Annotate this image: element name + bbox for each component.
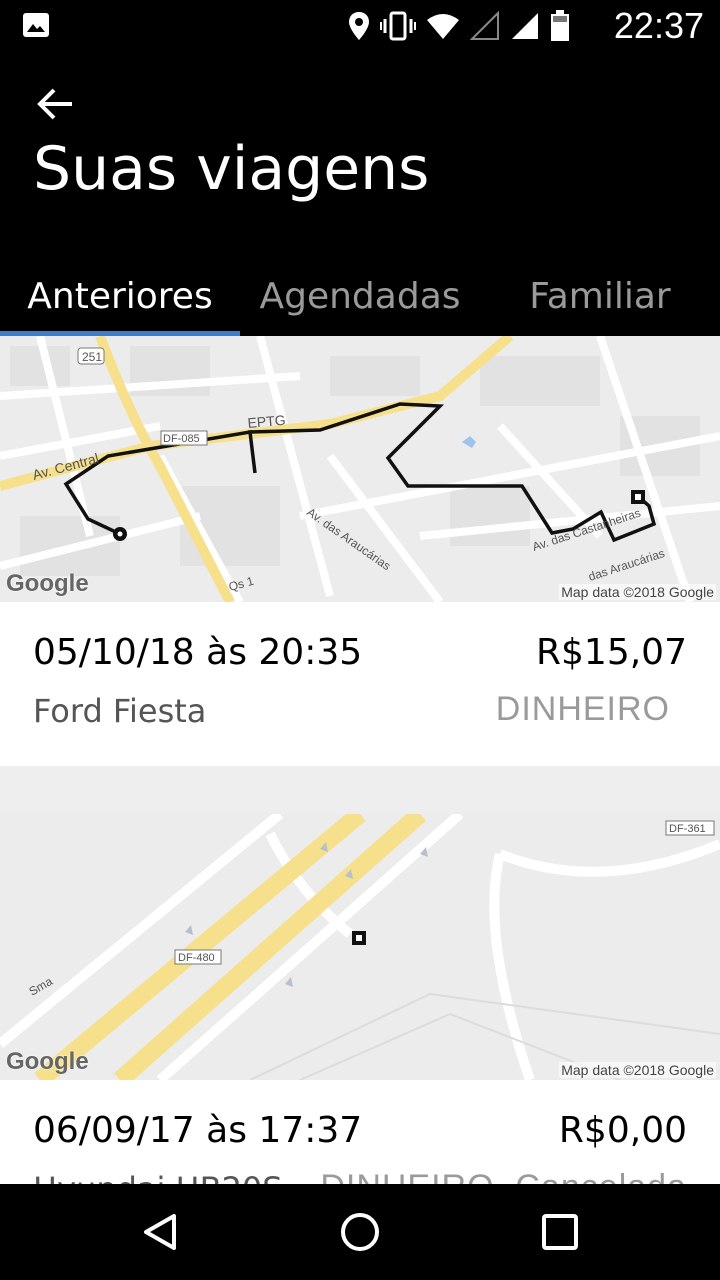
trip-price: R$0,00: [558, 1110, 687, 1151]
status-bar: 22:37: [0, 0, 720, 52]
page-title: Suas viagens: [33, 134, 430, 204]
tab-agendadas[interactable]: Agendadas: [240, 257, 480, 335]
system-nav-bar: [0, 1184, 720, 1280]
recents-square-icon[interactable]: [534, 1206, 586, 1258]
tab-anteriores[interactable]: Anteriores: [0, 257, 240, 337]
signal-empty-icon: [470, 11, 499, 40]
trip-payment: DINHEIRO: [495, 690, 670, 728]
map-label: DF-085: [163, 433, 200, 445]
app-header: Suas viagens Anteriores Agendadas Famili…: [0, 52, 720, 337]
trip-map[interactable]: DF-361 DF-480 Sma Google Map data ©2018 …: [0, 814, 720, 1080]
map-label: 251: [82, 350, 102, 364]
trip-vehicle: Hyundai HB20S: [33, 1170, 283, 1184]
tab-label: Anteriores: [27, 275, 213, 317]
google-logo: Google: [6, 570, 89, 597]
trip-card[interactable]: 05/10/18 às 20:35 R$15,07 Ford Fiesta DI…: [0, 602, 720, 766]
trip-payment: DINHEIRO Cancelada: [320, 1168, 687, 1184]
trip-price: R$15,07: [536, 632, 687, 673]
trip-card[interactable]: 06/09/17 às 17:37 R$0,00 Hyundai HB20S D…: [0, 1080, 720, 1184]
vibrate-icon: [380, 11, 416, 41]
trip-vehicle: Ford Fiesta: [33, 692, 207, 730]
status-time: 22:37: [613, 5, 704, 46]
location-icon: [349, 12, 369, 40]
signal-icon: [512, 13, 538, 39]
trip-map[interactable]: 251 EPTG DF-085 Av. Central Av. das Arau…: [0, 336, 720, 602]
map-attribution: Map data ©2018 Google: [559, 584, 716, 600]
map-label: EPTG: [247, 412, 286, 431]
map-graphic: DF-361 DF-480 Sma: [0, 814, 720, 1080]
back-arrow-icon[interactable]: [30, 82, 80, 126]
home-circle-icon[interactable]: [334, 1206, 386, 1258]
wifi-icon: [427, 14, 459, 39]
trip-date: 06/09/17 às 17:37: [33, 1110, 363, 1151]
tab-bar: Anteriores Agendadas Familiar: [0, 257, 720, 337]
map-graphic: 251 EPTG DF-085 Av. Central Av. das Arau…: [0, 336, 720, 602]
trip-list[interactable]: 251 EPTG DF-085 Av. Central Av. das Arau…: [0, 336, 720, 1184]
map-label: DF-361: [669, 823, 706, 835]
trip-date: 05/10/18 às 20:35: [33, 632, 363, 673]
google-logo: Google: [6, 1048, 89, 1075]
image-icon: [23, 13, 49, 37]
back-triangle-icon[interactable]: [134, 1206, 186, 1258]
tab-familiar[interactable]: Familiar: [480, 257, 720, 335]
battery-icon: [551, 10, 569, 41]
tab-label: Agendadas: [259, 275, 461, 317]
tab-label: Familiar: [529, 275, 671, 317]
map-attribution: Map data ©2018 Google: [559, 1062, 716, 1078]
map-label: DF-480: [178, 952, 215, 964]
status-icons: [348, 8, 570, 44]
